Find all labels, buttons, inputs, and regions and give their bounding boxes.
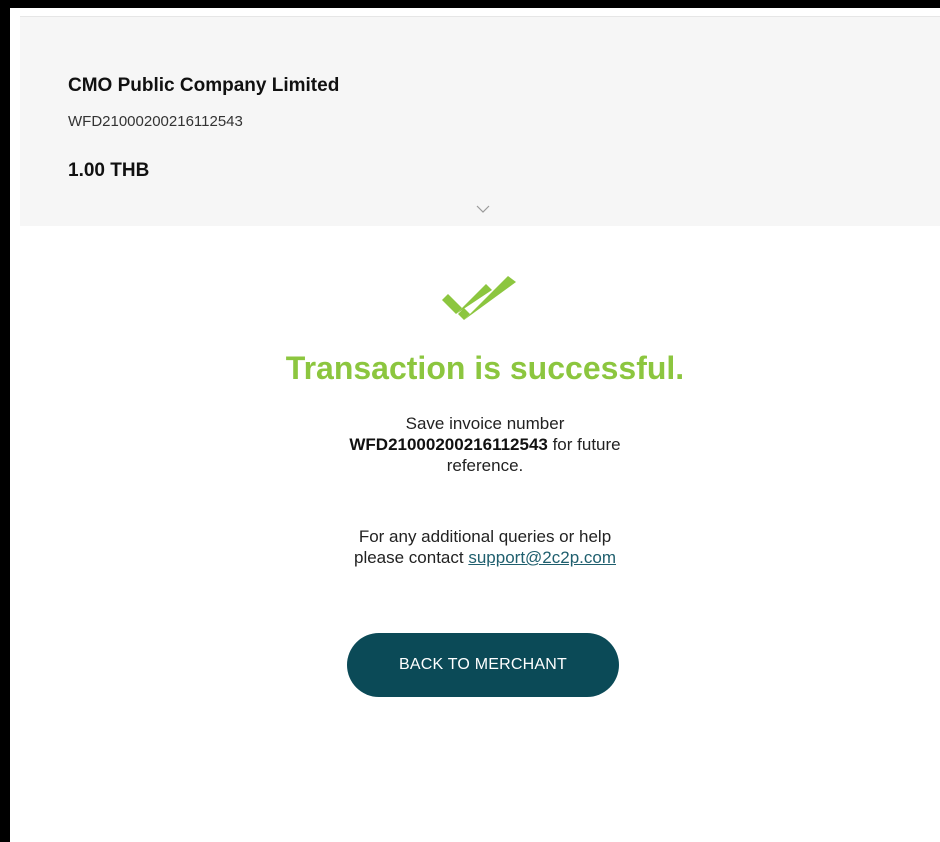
chevron-down-icon[interactable]	[474, 202, 492, 216]
support-email-link[interactable]: support@2c2p.com	[468, 548, 616, 567]
back-to-merchant-button[interactable]: BACK TO MERCHANT	[347, 633, 619, 697]
help-message: For any additional queries or help pleas…	[20, 526, 940, 568]
save-invoice-line: WFD21000200216112543 for future	[20, 434, 940, 455]
transaction-status-title: Transaction is successful.	[285, 350, 685, 386]
double-check-icon	[436, 270, 528, 330]
payment-amount: 1.00 THB	[68, 160, 150, 181]
help-line-1: For any additional queries or help	[358, 527, 612, 546]
invoice-number: WFD21000200216112543	[349, 435, 548, 454]
merchant-name: CMO Public Company Limited	[68, 75, 340, 96]
help-prefix: please contact	[353, 548, 469, 567]
payment-result-window: CMO Public Company Limited WFD2100020021…	[0, 0, 940, 842]
help-line-2: please contact support@2c2p.com	[20, 547, 940, 568]
save-invoice-message: Save invoice number WFD21000200216112543…	[20, 413, 940, 476]
save-invoice-prefix: Save invoice number	[405, 414, 565, 433]
invoice-id: WFD21000200216112543	[68, 113, 243, 130]
save-invoice-suffix-2: reference.	[446, 456, 524, 475]
order-summary-panel: CMO Public Company Limited WFD2100020021…	[20, 16, 940, 226]
save-invoice-suffix-1: for future	[547, 435, 621, 454]
